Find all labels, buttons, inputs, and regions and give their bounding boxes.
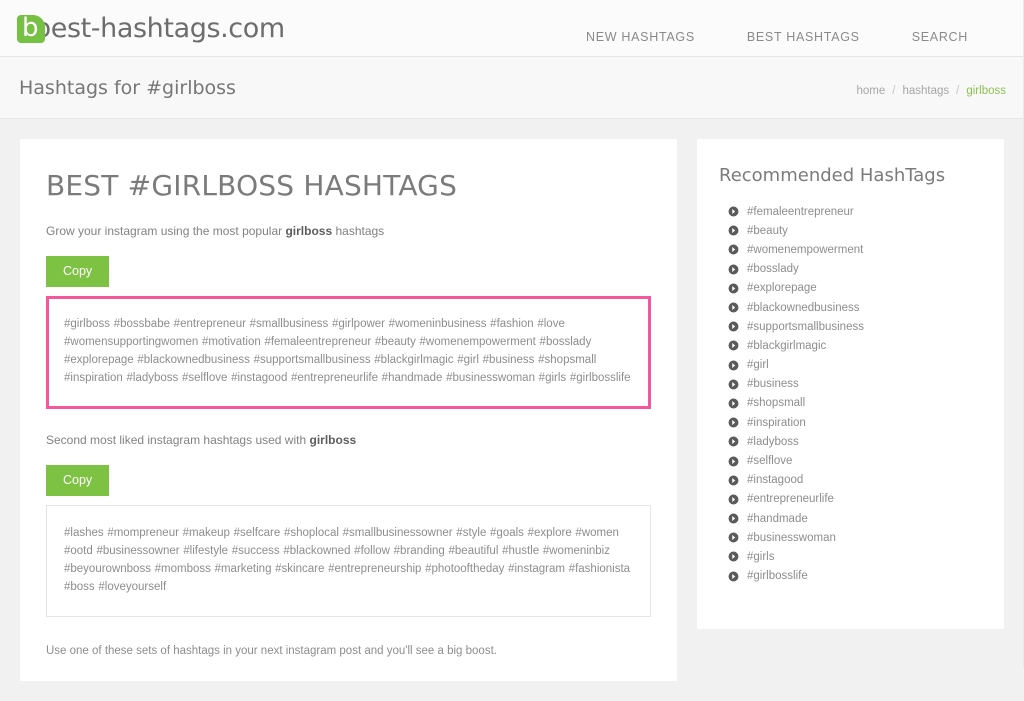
copy-button-2[interactable]: Copy: [46, 464, 110, 496]
sidebar-card: Recommended HashTags #femaleentrepreneur…: [697, 139, 1004, 629]
copy-button-1[interactable]: Copy: [46, 256, 110, 287]
bottom-note: Use one of these sets of hashtags in you…: [46, 645, 497, 658]
breadcrumb: home / hashtags / girlboss: [856, 79, 1006, 97]
recommended-hashtag-item[interactable]: #femaleentrepreneur: [719, 202, 982, 221]
breadcrumb-hashtags[interactable]: hashtags: [902, 85, 949, 97]
breadcrumb-separator: /: [892, 84, 896, 97]
recommended-hashtag-link[interactable]: #bosslady: [747, 263, 799, 275]
recommended-hashtag-item[interactable]: #supportsmallbusiness: [719, 317, 982, 336]
arrow-circle-right-icon: [728, 340, 739, 351]
second-set-note: Second most liked instagram hashtags use…: [46, 433, 651, 447]
logo-text: best-hashtags.com: [34, 13, 285, 44]
recommended-hashtag-link[interactable]: #girlbosslife: [747, 570, 808, 582]
recommended-hashtag-item[interactable]: #girlbosslife: [719, 567, 982, 586]
sidebar-title: Recommended HashTags: [719, 165, 946, 186]
recommended-hashtag-link[interactable]: #blackgirlmagic: [747, 340, 826, 352]
recommended-hashtag-item[interactable]: #blackgirlmagic: [719, 336, 982, 355]
recommended-hashtag-item[interactable]: #shopsmall: [719, 394, 982, 413]
recommended-hashtag-link[interactable]: #explorepage: [747, 282, 817, 294]
arrow-circle-right-icon: [728, 552, 739, 562]
nav-search[interactable]: SEARCH: [886, 24, 994, 50]
recommended-hashtag-item[interactable]: #explorepage: [719, 279, 982, 298]
lead-keyword: girlboss: [285, 224, 333, 238]
recommended-hashtag-link[interactable]: #femaleentrepreneur: [747, 206, 854, 218]
recommended-hashtag-item[interactable]: #handmade: [719, 509, 982, 528]
arrow-circle-right-icon: [728, 360, 739, 371]
recommended-hashtag-item[interactable]: #blackownedbusiness: [719, 298, 982, 317]
arrow-circle-right-icon: [728, 245, 739, 255]
recommended-hashtag-link[interactable]: #instagood: [747, 474, 803, 486]
recommended-hashtag-link[interactable]: #inspiration: [747, 417, 806, 429]
recommended-hashtag-item[interactable]: #ladyboss: [719, 432, 982, 451]
recommended-hashtag-link[interactable]: #beauty: [747, 225, 788, 237]
recommended-hashtag-item[interactable]: #beauty: [719, 221, 982, 240]
recommended-hashtags-list: #femaleentrepreneur #beauty #womenempowerm…: [719, 202, 982, 586]
arrow-circle-right-icon: [728, 302, 739, 313]
arrow-circle-right-icon: [728, 456, 739, 466]
recommended-hashtag-link[interactable]: #entrepreneurlife: [747, 493, 834, 505]
arrow-circle-right-icon: [728, 264, 739, 275]
recommended-hashtag-link[interactable]: #ladyboss: [747, 436, 799, 448]
recommended-hashtag-item[interactable]: #entrepreneurlife: [719, 490, 982, 509]
lead-paragraph: Grow your instagram using the most popul…: [46, 224, 651, 238]
recommended-hashtag-item[interactable]: #businesswoman: [719, 528, 982, 547]
arrow-circle-right-icon: [728, 206, 739, 217]
arrow-circle-right-icon: [728, 379, 739, 390]
recommended-hashtag-item[interactable]: #womenempowerment: [719, 240, 982, 259]
main-heading: BEST #GIRLBOSS HASHTAGS: [46, 169, 458, 202]
recommended-hashtag-item[interactable]: #girls: [719, 547, 982, 566]
logo-letter: b: [22, 12, 39, 43]
recommended-hashtag-link[interactable]: #girl: [747, 359, 769, 371]
arrow-circle-right-icon: [728, 436, 739, 447]
hashtag-block-1[interactable]: #girlboss #bossbabe #entrepreneur #small…: [46, 296, 651, 409]
nav-new-hashtags[interactable]: NEW HASHTAGS: [560, 24, 721, 50]
recommended-hashtag-item[interactable]: #business: [719, 375, 982, 394]
breadcrumb-home[interactable]: home: [856, 85, 885, 97]
arrow-circle-right-icon: [728, 475, 739, 486]
recommended-hashtag-link[interactable]: #handmade: [747, 513, 808, 525]
logo-mark-icon: b: [17, 12, 45, 43]
recommended-hashtag-link[interactable]: #womenempowerment: [747, 244, 863, 256]
recommended-hashtag-link[interactable]: #supportsmallbusiness: [747, 321, 864, 333]
mid-note-keyword: girlboss: [309, 432, 357, 447]
recommended-hashtag-link[interactable]: #businesswoman: [747, 532, 836, 544]
lead-prefix: Grow your instagram using the most popul…: [46, 224, 286, 238]
arrow-circle-right-icon: [728, 494, 739, 505]
breadcrumb-current: girlboss: [966, 84, 1006, 97]
recommended-hashtag-link[interactable]: #blackownedbusiness: [747, 302, 860, 314]
recommended-hashtag-item[interactable]: #girl: [719, 356, 982, 375]
arrow-circle-right-icon: [728, 398, 739, 409]
site-header: b best-hashtags.com NEW HASHTAGS BEST HA…: [0, 0, 1024, 57]
arrow-circle-right-icon: [728, 417, 739, 428]
main-navigation: NEW HASHTAGS BEST HASHTAGS SEARCH: [560, 8, 994, 50]
arrow-circle-right-icon: [728, 571, 739, 582]
breadcrumb-separator: /: [956, 84, 960, 97]
recommended-hashtag-item[interactable]: #instagood: [719, 471, 982, 490]
main-content-card: BEST #GIRLBOSS HASHTAGS Grow your instag…: [20, 139, 677, 682]
mid-note-prefix: Second most liked instagram hashtags use…: [46, 432, 310, 447]
recommended-hashtag-link[interactable]: #shopsmall: [747, 397, 805, 409]
page-title-bar: Hashtags for #girlboss home / hashtags /…: [0, 57, 1024, 119]
recommended-hashtag-item[interactable]: #selflove: [719, 451, 982, 470]
arrow-circle-right-icon: [728, 513, 739, 524]
site-logo[interactable]: b best-hashtags.com: [17, 13, 285, 44]
recommended-hashtag-link[interactable]: #girls: [747, 551, 774, 563]
recommended-hashtag-item[interactable]: #inspiration: [719, 413, 982, 432]
page-content: BEST #GIRLBOSS HASHTAGS Grow your instag…: [0, 119, 1024, 701]
arrow-circle-right-icon: [728, 283, 739, 294]
nav-best-hashtags[interactable]: BEST HASHTAGS: [721, 24, 886, 50]
recommended-hashtag-link[interactable]: #selflove: [747, 455, 792, 467]
hashtag-block-2[interactable]: #lashes #mompreneur #makeup #selfcare #s…: [46, 504, 651, 618]
lead-suffix: hashtags: [332, 224, 385, 238]
arrow-circle-right-icon: [728, 225, 739, 236]
recommended-hashtag-link[interactable]: #business: [747, 378, 799, 390]
arrow-circle-right-icon: [728, 532, 739, 543]
arrow-circle-right-icon: [728, 321, 739, 332]
recommended-hashtag-item[interactable]: #bosslady: [719, 260, 982, 279]
page-title: Hashtags for #girlboss: [19, 76, 236, 99]
